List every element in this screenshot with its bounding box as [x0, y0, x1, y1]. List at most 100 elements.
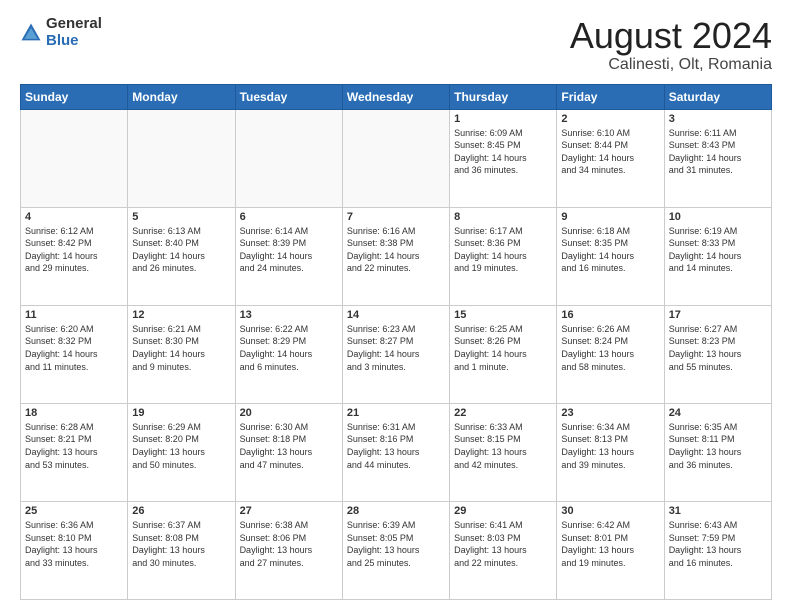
day-info: Sunrise: 6:18 AMSunset: 8:35 PMDaylight:… [561, 225, 659, 275]
day-info: Sunrise: 6:10 AMSunset: 8:44 PMDaylight:… [561, 127, 659, 177]
table-row [342, 109, 449, 207]
day-number: 2 [561, 113, 659, 125]
day-info: Sunrise: 6:17 AMSunset: 8:36 PMDaylight:… [454, 225, 552, 275]
table-row: 17 Sunrise: 6:27 AMSunset: 8:23 PMDayligh… [664, 305, 771, 403]
day-number: 1 [454, 113, 552, 125]
table-row: 13 Sunrise: 6:22 AMSunset: 8:29 PMDayligh… [235, 305, 342, 403]
table-row: 27Sunrise: 6:38 AMSunset: 8:06 PMDayligh… [235, 501, 342, 599]
day-info: Sunrise: 6:36 AMSunset: 8:10 PMDaylight:… [25, 519, 123, 569]
col-monday: Monday [128, 84, 235, 109]
day-info: Sunrise: 6:09 AMSunset: 8:45 PMDaylight:… [454, 127, 552, 177]
table-row [21, 109, 128, 207]
calendar-week-4: 18 Sunrise: 6:28 AMSunset: 8:21 PMDayligh… [21, 403, 772, 501]
header: General Blue August 2024 Calinesti, Olt,… [20, 16, 772, 74]
table-row: 19 Sunrise: 6:29 AMSunset: 8:20 PMDayligh… [128, 403, 235, 501]
table-row: 7 Sunrise: 6:16 AMSunset: 8:38 PMDaylight… [342, 207, 449, 305]
day-number: 27 [240, 505, 338, 517]
table-row: 29 Sunrise: 6:41 AMSunset: 8:03 PMDayligh… [450, 501, 557, 599]
day-info: Sunrise: 6:33 AMSunset: 8:15 PMDaylight:… [454, 421, 552, 471]
day-number: 30 [561, 505, 659, 517]
table-row: 15 Sunrise: 6:25 AMSunset: 8:26 PMDayligh… [450, 305, 557, 403]
day-info: Sunrise: 6:42 AMSunset: 8:01 PMDaylight:… [561, 519, 659, 569]
day-number: 16 [561, 309, 659, 321]
calendar-week-5: 25 Sunrise: 6:36 AMSunset: 8:10 PMDayligh… [21, 501, 772, 599]
calendar-week-1: 1 Sunrise: 6:09 AMSunset: 8:45 PMDaylight… [21, 109, 772, 207]
table-row: 24 Sunrise: 6:35 AMSunset: 8:11 PMDayligh… [664, 403, 771, 501]
day-number: 9 [561, 211, 659, 223]
day-info: Sunrise: 6:11 AMSunset: 8:43 PMDaylight:… [669, 127, 767, 177]
day-number: 5 [132, 211, 230, 223]
table-row [235, 109, 342, 207]
day-number: 4 [25, 211, 123, 223]
day-number: 14 [347, 309, 445, 321]
table-row: 8 Sunrise: 6:17 AMSunset: 8:36 PMDaylight… [450, 207, 557, 305]
logo: General Blue [20, 16, 102, 49]
table-row: 4 Sunrise: 6:12 AMSunset: 8:42 PMDaylight… [21, 207, 128, 305]
day-number: 15 [454, 309, 552, 321]
col-wednesday: Wednesday [342, 84, 449, 109]
table-row: 12Sunrise: 6:21 AMSunset: 8:30 PMDayligh… [128, 305, 235, 403]
table-row: 10Sunrise: 6:19 AMSunset: 8:33 PMDayligh… [664, 207, 771, 305]
day-number: 18 [25, 407, 123, 419]
day-info: Sunrise: 6:43 AMSunset: 7:59 PMDaylight:… [669, 519, 767, 569]
table-row: 2 Sunrise: 6:10 AMSunset: 8:44 PMDaylight… [557, 109, 664, 207]
table-row: 18 Sunrise: 6:28 AMSunset: 8:21 PMDayligh… [21, 403, 128, 501]
table-row: 28 Sunrise: 6:39 AMSunset: 8:05 PMDayligh… [342, 501, 449, 599]
calendar-table: Sunday Monday Tuesday Wednesday Thursday… [20, 84, 772, 600]
table-row: 1 Sunrise: 6:09 AMSunset: 8:45 PMDaylight… [450, 109, 557, 207]
logo-text: General Blue [46, 16, 102, 49]
table-row [128, 109, 235, 207]
day-info: Sunrise: 6:29 AMSunset: 8:20 PMDaylight:… [132, 421, 230, 471]
col-friday: Friday [557, 84, 664, 109]
day-number: 28 [347, 505, 445, 517]
day-number: 29 [454, 505, 552, 517]
day-number: 7 [347, 211, 445, 223]
day-info: Sunrise: 6:12 AMSunset: 8:42 PMDaylight:… [25, 225, 123, 275]
day-number: 17 [669, 309, 767, 321]
title-block: August 2024 Calinesti, Olt, Romania [570, 16, 772, 74]
day-info: Sunrise: 6:30 AMSunset: 8:18 PMDaylight:… [240, 421, 338, 471]
day-number: 20 [240, 407, 338, 419]
col-saturday: Saturday [664, 84, 771, 109]
day-number: 13 [240, 309, 338, 321]
day-number: 12 [132, 309, 230, 321]
logo-general-text: General [46, 16, 102, 33]
day-info: Sunrise: 6:19 AMSunset: 8:33 PMDaylight:… [669, 225, 767, 275]
day-info: Sunrise: 6:27 AMSunset: 8:23 PMDaylight:… [669, 323, 767, 373]
day-number: 22 [454, 407, 552, 419]
col-sunday: Sunday [21, 84, 128, 109]
day-info: Sunrise: 6:13 AMSunset: 8:40 PMDaylight:… [132, 225, 230, 275]
day-number: 8 [454, 211, 552, 223]
logo-icon [20, 22, 42, 44]
table-row: 16 Sunrise: 6:26 AMSunset: 8:24 PMDayligh… [557, 305, 664, 403]
day-info: Sunrise: 6:31 AMSunset: 8:16 PMDaylight:… [347, 421, 445, 471]
day-number: 25 [25, 505, 123, 517]
table-row: 23Sunrise: 6:34 AMSunset: 8:13 PMDayligh… [557, 403, 664, 501]
day-info: Sunrise: 6:41 AMSunset: 8:03 PMDaylight:… [454, 519, 552, 569]
day-number: 21 [347, 407, 445, 419]
day-info: Sunrise: 6:26 AMSunset: 8:24 PMDaylight:… [561, 323, 659, 373]
table-row: 31Sunrise: 6:43 AMSunset: 7:59 PMDayligh… [664, 501, 771, 599]
table-row: 25 Sunrise: 6:36 AMSunset: 8:10 PMDayligh… [21, 501, 128, 599]
table-row: 21 Sunrise: 6:31 AMSunset: 8:16 PMDayligh… [342, 403, 449, 501]
day-info: Sunrise: 6:39 AMSunset: 8:05 PMDaylight:… [347, 519, 445, 569]
day-info: Sunrise: 6:16 AMSunset: 8:38 PMDaylight:… [347, 225, 445, 275]
page: General Blue August 2024 Calinesti, Olt,… [0, 0, 792, 612]
day-number: 24 [669, 407, 767, 419]
day-info: Sunrise: 6:35 AMSunset: 8:11 PMDaylight:… [669, 421, 767, 471]
day-info: Sunrise: 6:22 AMSunset: 8:29 PMDaylight:… [240, 323, 338, 373]
table-row: 30 Sunrise: 6:42 AMSunset: 8:01 PMDayligh… [557, 501, 664, 599]
calendar-header-row: Sunday Monday Tuesday Wednesday Thursday… [21, 84, 772, 109]
table-row: 3Sunrise: 6:11 AMSunset: 8:43 PMDaylight… [664, 109, 771, 207]
day-info: Sunrise: 6:37 AMSunset: 8:08 PMDaylight:… [132, 519, 230, 569]
day-info: Sunrise: 6:25 AMSunset: 8:26 PMDaylight:… [454, 323, 552, 373]
table-row: 22 Sunrise: 6:33 AMSunset: 8:15 PMDayligh… [450, 403, 557, 501]
logo-blue-text: Blue [46, 33, 102, 50]
table-row: 26Sunrise: 6:37 AMSunset: 8:08 PMDayligh… [128, 501, 235, 599]
col-thursday: Thursday [450, 84, 557, 109]
table-row: 11Sunrise: 6:20 AMSunset: 8:32 PMDayligh… [21, 305, 128, 403]
day-info: Sunrise: 6:28 AMSunset: 8:21 PMDaylight:… [25, 421, 123, 471]
col-tuesday: Tuesday [235, 84, 342, 109]
month-title: August 2024 [570, 16, 772, 56]
day-number: 19 [132, 407, 230, 419]
